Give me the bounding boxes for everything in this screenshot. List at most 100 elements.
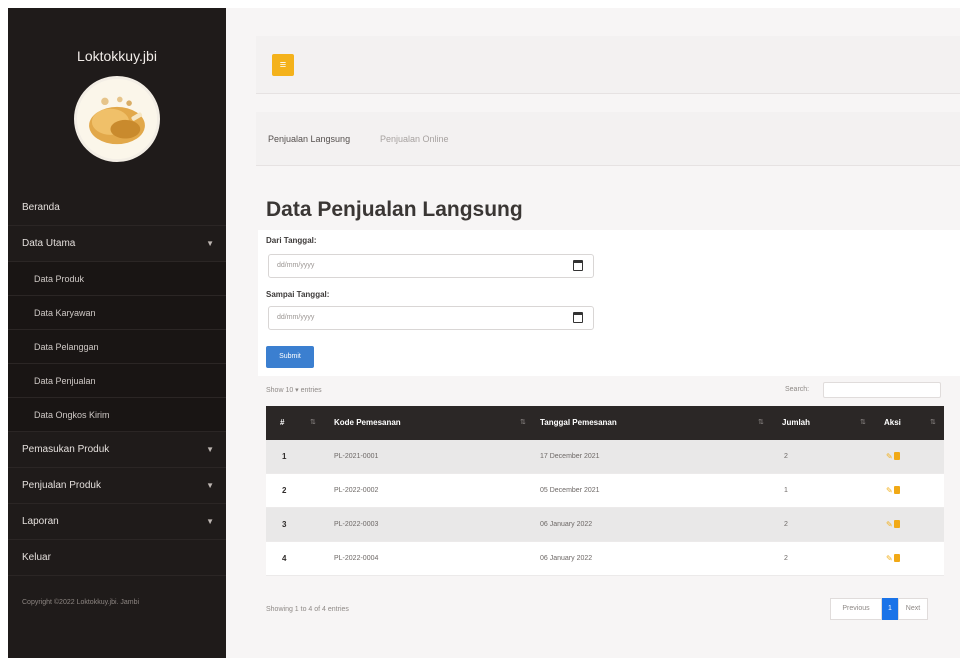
to-date-placeholder: dd/mm/yyyy xyxy=(277,314,315,321)
pagination-previous[interactable]: Previous xyxy=(830,598,882,620)
sidebar-item-data-pelanggan[interactable]: Data Pelanggan xyxy=(8,330,226,364)
sidebar-item-data-karyawan[interactable]: Data Karyawan xyxy=(8,296,226,330)
sidebar-item-label: Pemasukan Produk xyxy=(22,444,110,455)
cell-tanggal: 06 January 2022 xyxy=(540,555,593,562)
pagination-page-1[interactable]: 1 xyxy=(882,598,898,620)
sidebar-item-keluar[interactable]: Keluar xyxy=(8,540,226,576)
sidebar-item-label: Data Ongkos Kirim xyxy=(34,410,110,420)
cell-jumlah: 2 xyxy=(784,555,788,562)
tab-penjualan-online[interactable]: Penjualan Online xyxy=(380,134,449,144)
cell-no: 1 xyxy=(282,452,287,461)
sort-icon: ⇅ xyxy=(860,419,866,426)
table-row: 3 PL-2022-0003 06 January 2022 2 ✎ xyxy=(266,508,944,542)
trash-icon[interactable] xyxy=(893,486,900,494)
menu-icon: ≡ xyxy=(279,59,287,71)
search-input[interactable] xyxy=(823,382,941,398)
table-header: # ⇅ Kode Pemesanan ⇅ Tanggal Pemesanan ⇅… xyxy=(266,406,944,440)
sidebar-item-pemasukan-produk[interactable]: Pemasukan Produk ▼ xyxy=(8,432,226,468)
top-navbar: ≡ xyxy=(256,36,960,94)
row-actions: ✎ xyxy=(886,520,900,529)
breadcrumb: Penjualan Langsung Penjualan Online xyxy=(256,112,960,166)
fried-chicken-logo-icon xyxy=(77,79,157,159)
page-title: Data Penjualan Langsung xyxy=(266,198,523,221)
from-date-placeholder: dd/mm/yyyy xyxy=(277,262,315,269)
copyright-text: Copyright ©2022 Loktokkuy.jbi. Jambi xyxy=(22,599,140,606)
table-row: 2 PL-2022-0002 05 December 2021 1 ✎ xyxy=(266,474,944,508)
column-header-aksi[interactable]: Aksi xyxy=(884,406,901,440)
sidebar-item-data-utama[interactable]: Data Utama ▼ xyxy=(8,226,226,262)
sidebar-item-label: Penjualan Produk xyxy=(22,480,101,491)
edit-icon[interactable]: ✎ xyxy=(886,554,893,563)
calendar-icon[interactable] xyxy=(573,260,583,271)
entries-length-select[interactable]: Show 10 ▾ entries xyxy=(266,386,322,394)
sidebar-item-label: Beranda xyxy=(22,202,60,213)
cell-kode: PL-2022-0004 xyxy=(334,555,379,562)
sidebar-item-label: Data Pelanggan xyxy=(34,342,99,352)
cell-tanggal: 06 January 2022 xyxy=(540,521,593,528)
sidebar: Loktokkuy.jbi Beranda Data Utama ▼ Data P… xyxy=(8,8,226,658)
sidebar-item-beranda[interactable]: Beranda xyxy=(8,190,226,226)
cell-no: 2 xyxy=(282,486,287,495)
cell-jumlah: 2 xyxy=(784,521,788,528)
submit-button[interactable]: Submit xyxy=(266,346,314,368)
sort-icon: ⇅ xyxy=(758,419,764,426)
row-actions: ✎ xyxy=(886,554,900,563)
table-info: Showing 1 to 4 of 4 entries xyxy=(266,606,349,613)
brand-name: Loktokkuy.jbi xyxy=(77,48,157,64)
sales-table: # ⇅ Kode Pemesanan ⇅ Tanggal Pemesanan ⇅… xyxy=(266,406,944,576)
column-header-kode[interactable]: Kode Pemesanan xyxy=(334,406,401,440)
app-frame: Loktokkuy.jbi Beranda Data Utama ▼ Data P… xyxy=(8,8,960,658)
sidebar-item-penjualan-produk[interactable]: Penjualan Produk ▼ xyxy=(8,468,226,504)
cell-kode: PL-2022-0002 xyxy=(334,487,379,494)
sidebar-item-laporan[interactable]: Laporan ▼ xyxy=(8,504,226,540)
calendar-icon[interactable] xyxy=(573,312,583,323)
row-actions: ✎ xyxy=(886,452,900,461)
row-actions: ✎ xyxy=(886,486,900,495)
sidebar-item-label: Laporan xyxy=(22,516,59,527)
filter-form: Dari Tanggal: dd/mm/yyyy Sampai Tanggal:… xyxy=(258,230,960,376)
sort-icon: ⇅ xyxy=(930,419,936,426)
column-header-tanggal[interactable]: Tanggal Pemesanan xyxy=(540,406,617,440)
edit-icon[interactable]: ✎ xyxy=(886,452,893,461)
column-header-jumlah[interactable]: Jumlah xyxy=(782,406,810,440)
to-date-label: Sampai Tanggal: xyxy=(266,290,330,299)
cell-jumlah: 2 xyxy=(784,453,788,460)
from-date-label: Dari Tanggal: xyxy=(266,236,317,245)
trash-icon[interactable] xyxy=(893,554,900,562)
cell-no: 4 xyxy=(282,554,287,563)
sort-icon: ⇅ xyxy=(520,419,526,426)
table-row: 4 PL-2022-0004 06 January 2022 2 ✎ xyxy=(266,542,944,576)
sidebar-item-data-penjualan[interactable]: Data Penjualan xyxy=(8,364,226,398)
table-row: 1 PL-2021-0001 17 December 2021 2 ✎ xyxy=(266,440,944,474)
trash-icon[interactable] xyxy=(893,520,900,528)
sidebar-toggle-button[interactable]: ≡ xyxy=(272,54,294,76)
to-date-input[interactable]: dd/mm/yyyy xyxy=(268,306,594,330)
edit-icon[interactable]: ✎ xyxy=(886,486,893,495)
tab-penjualan-langsung[interactable]: Penjualan Langsung xyxy=(268,134,350,144)
sidebar-item-data-ongkos-kirim[interactable]: Data Ongkos Kirim xyxy=(8,398,226,432)
column-header-no[interactable]: # xyxy=(280,406,284,440)
chevron-down-icon: ▼ xyxy=(206,481,214,490)
sidebar-nav: Beranda Data Utama ▼ Data Produk Data Kar… xyxy=(8,190,226,576)
sidebar-item-label: Data Karyawan xyxy=(34,308,96,318)
chevron-down-icon: ▼ xyxy=(206,517,214,526)
chevron-down-icon: ▼ xyxy=(206,239,214,248)
sidebar-item-data-produk[interactable]: Data Produk xyxy=(8,262,226,296)
sidebar-item-label: Keluar xyxy=(22,552,51,563)
trash-icon[interactable] xyxy=(893,452,900,460)
pagination-next[interactable]: Next xyxy=(898,598,928,620)
sort-icon: ⇅ xyxy=(310,419,316,426)
sidebar-item-label: Data Penjualan xyxy=(34,376,96,386)
cell-tanggal: 05 December 2021 xyxy=(540,487,600,494)
from-date-input[interactable]: dd/mm/yyyy xyxy=(268,254,594,278)
cell-tanggal: 17 December 2021 xyxy=(540,453,600,460)
sidebar-item-label: Data Produk xyxy=(34,274,85,284)
edit-icon[interactable]: ✎ xyxy=(886,520,893,529)
sidebar-item-label: Data Utama xyxy=(22,238,76,249)
chevron-down-icon: ▼ xyxy=(206,445,214,454)
table-tools: Show 10 ▾ entries Search: xyxy=(258,376,960,406)
cell-no: 3 xyxy=(282,520,287,529)
brand-logo xyxy=(74,76,160,162)
cell-kode: PL-2021-0001 xyxy=(334,453,379,460)
search-label: Search: xyxy=(785,386,810,393)
